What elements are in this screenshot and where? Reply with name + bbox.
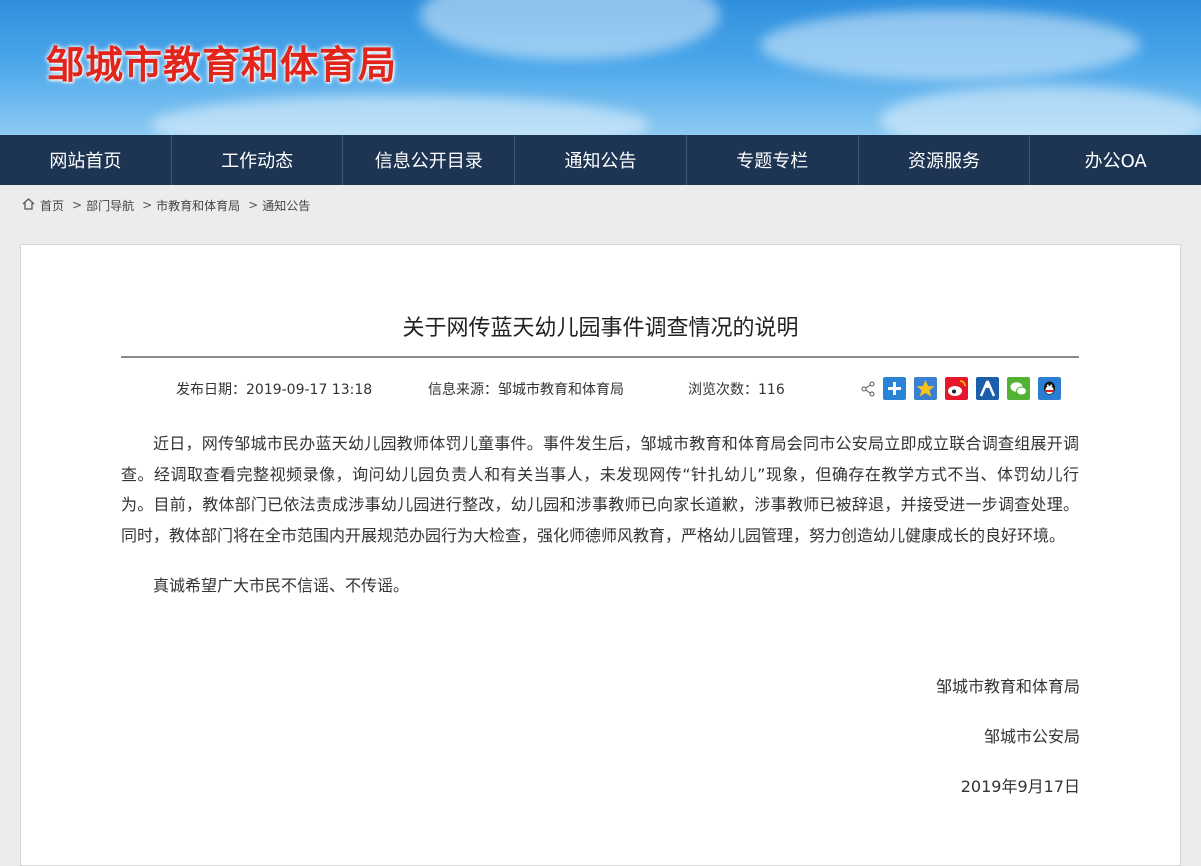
share-icon[interactable] [861,377,875,400]
breadcrumb-separator: > [72,198,83,212]
signature-police: 邹城市公安局 [983,727,1080,746]
article-paragraph: 真诚希望广大市民不信谣、不传谣。 [153,576,410,595]
nav-item-home[interactable]: 网站首页 [0,135,172,185]
breadcrumb-separator: > [248,198,259,212]
cloud-decoration [760,10,1140,80]
publish-date: 发布日期：2019-09-17 13:18 [176,382,373,398]
header-banner: 邹城市教育和体育局 [0,0,1201,135]
signature-bureau: 邹城市教育和体育局 [935,677,1080,696]
cloud-decoration [880,85,1201,135]
info-source: 信息来源：邹城市教育和体育局 [428,382,624,398]
cloud-decoration [420,0,720,60]
nav-item-info-disclosure[interactable]: 信息公开目录 [343,135,516,185]
view-count: 浏览次数：116 [688,382,785,398]
wechat-icon[interactable] [1007,377,1030,400]
breadcrumb-item-department-nav[interactable]: 部门导航 [86,197,134,214]
nav-item-resources[interactable]: 资源服务 [859,135,1031,185]
share-bar [861,377,1061,400]
nav-item-work-news[interactable]: 工作动态 [172,135,344,185]
plus-share-icon[interactable] [883,377,906,400]
article-card: 关于网传蓝天幼儿园事件调查情况的说明 发布日期：2019-09-17 13:18… [20,244,1181,866]
article-body: 近日，网传邹城市民办蓝天幼儿园教师体罚儿童事件。事件发生后，邹城市教育和体育局会… [121,429,1079,622]
renren-icon[interactable] [976,377,999,400]
article-paragraph: 近日，网传邹城市民办蓝天幼儿园教师体罚儿童事件。事件发生后，邹城市教育和体育局会… [121,434,1079,545]
breadcrumb-separator: > [142,198,153,212]
signature-date: 2019年9月17日 [960,777,1080,796]
nav-item-office-oa[interactable]: 办公OA [1030,135,1201,185]
cloud-decoration [150,95,650,135]
site-title[interactable]: 邹城市教育和体育局 [46,34,397,89]
weibo-icon[interactable] [945,377,968,400]
qzone-icon[interactable] [914,377,937,400]
nav-item-special-topics[interactable]: 专题专栏 [687,135,859,185]
title-divider [121,356,1079,358]
main-nav: 网站首页 工作动态 信息公开目录 通知公告 专题专栏 资源服务 办公OA [0,135,1201,185]
article-title: 关于网传蓝天幼儿园事件调查情况的说明 [402,315,799,341]
breadcrumb-item-bureau[interactable]: 市教育和体育局 [156,197,240,214]
qq-icon[interactable] [1038,377,1061,400]
breadcrumb-home[interactable]: 首页 [40,197,64,214]
breadcrumb-item-notices[interactable]: 通知公告 [262,197,310,214]
nav-item-notices[interactable]: 通知公告 [515,135,687,185]
breadcrumb: 首页 > 部门导航 > 市教育和体育局 > 通知公告 [0,185,1201,225]
home-icon [22,197,40,213]
